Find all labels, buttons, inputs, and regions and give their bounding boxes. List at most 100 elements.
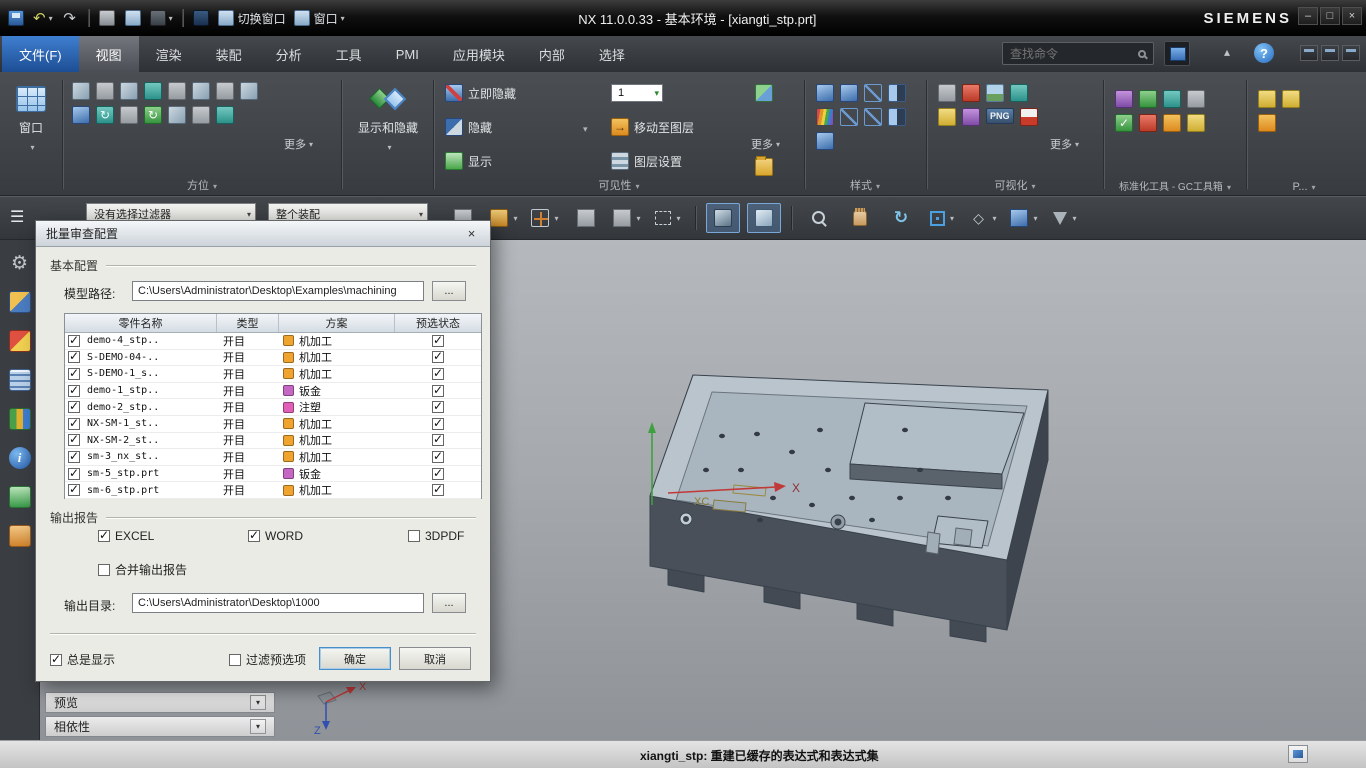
tab-application[interactable]: 应用模块 xyxy=(436,36,522,72)
part-checkbox[interactable] xyxy=(68,451,80,463)
switch-window-button[interactable]: 切换窗口 xyxy=(215,6,289,30)
web-browser-icon[interactable] xyxy=(9,486,31,508)
shaded-button[interactable] xyxy=(747,203,781,233)
view-section-icon[interactable] xyxy=(144,82,162,100)
move-to-layer-button[interactable]: → 移动至图层 xyxy=(611,118,694,136)
point-dialog-button[interactable]: ▾ xyxy=(528,203,562,233)
redo-button[interactable]: ↷ xyxy=(58,6,82,30)
preview-panel-header[interactable]: 预览 ▾ xyxy=(45,692,275,713)
checkbox[interactable] xyxy=(98,564,110,576)
window-menu-caret-icon[interactable]: ▾ xyxy=(341,14,345,23)
layer-settings-button[interactable]: 图层设置 xyxy=(611,152,682,170)
checkbox[interactable] xyxy=(98,530,110,542)
part-family-icon[interactable] xyxy=(1258,90,1276,108)
paste-caret-icon[interactable]: ▾ xyxy=(169,14,173,23)
output-option-3DPDF[interactable]: 3DPDF xyxy=(408,529,464,543)
preselect-checkbox[interactable] xyxy=(432,468,444,480)
hd3d-tools-icon[interactable]: i xyxy=(9,447,31,469)
gc-attribute-table-icon[interactable] xyxy=(1139,90,1157,108)
layer-combo[interactable]: 1 ▾ xyxy=(611,84,663,102)
reuse-library-icon[interactable] xyxy=(9,408,31,430)
part-checkbox[interactable] xyxy=(68,434,80,446)
part-checkbox[interactable] xyxy=(68,368,80,380)
show-button[interactable]: 显示 xyxy=(445,152,492,170)
immediate-hide-button[interactable]: 立即隐藏 xyxy=(445,84,516,102)
set-sketch-plane-icon[interactable] xyxy=(96,82,114,100)
studio-style-icon[interactable] xyxy=(888,84,906,102)
show-and-hide-button[interactable]: 显示和隐藏 ▾ xyxy=(346,78,430,152)
window-caret-icon[interactable]: ▾ xyxy=(30,143,34,152)
part-checkbox[interactable] xyxy=(68,335,80,347)
tab-tools[interactable]: 工具 xyxy=(319,36,379,72)
preselect-checkbox[interactable] xyxy=(432,484,444,496)
gc-check-icon[interactable]: ✓ xyxy=(1115,114,1133,132)
visualization-more-button[interactable]: 更多▾ xyxy=(1050,136,1079,152)
dialog-title-bar[interactable]: 批量审查配置 × xyxy=(36,221,490,247)
window-button[interactable]: 窗口 ▾ xyxy=(4,78,58,152)
shaded-with-edges-button[interactable] xyxy=(706,203,740,233)
gc-text-icon[interactable] xyxy=(1187,114,1205,132)
p-tool-icon[interactable] xyxy=(1282,90,1300,108)
refresh-button[interactable]: ↻ xyxy=(884,203,918,233)
restore-button[interactable]: □ xyxy=(1320,7,1340,25)
edit-object-display-icon[interactable] xyxy=(1010,84,1028,102)
roles-gear-icon[interactable]: ⚙ xyxy=(9,252,31,274)
orient-top-icon[interactable] xyxy=(192,82,210,100)
checkbox[interactable] xyxy=(248,530,260,542)
orient-view-icon[interactable] xyxy=(72,82,90,100)
orient-right-icon[interactable] xyxy=(240,82,258,100)
tab-analysis[interactable]: 分析 xyxy=(259,36,319,72)
output-dir-input[interactable]: C:\Users\Administrator\Desktop\1000 xyxy=(132,593,424,613)
preselect-checkbox[interactable] xyxy=(432,385,444,397)
dropdown-caret-icon[interactable]: ▾ xyxy=(1033,214,1037,223)
table-row[interactable]: S-DEMO-1_s..开目机加工 xyxy=(65,366,481,383)
measure-button[interactable] xyxy=(569,203,603,233)
ribbon-option-icon[interactable] xyxy=(1342,45,1360,61)
part-checkbox[interactable] xyxy=(68,351,80,363)
section-view-button[interactable]: ▾ xyxy=(1048,203,1082,233)
snap-point-button[interactable]: ▾ xyxy=(487,203,521,233)
dropdown-caret-icon[interactable]: ▾ xyxy=(950,214,954,223)
group-dialog-icon[interactable]: ▾ xyxy=(213,182,217,191)
dropdown-caret-icon[interactable]: ▾ xyxy=(1072,214,1076,223)
preselect-checkbox[interactable] xyxy=(432,401,444,413)
preselect-checkbox[interactable] xyxy=(432,368,444,380)
dropdown-caret-icon[interactable]: ▾ xyxy=(513,214,517,223)
always-show-checkbox[interactable]: 总是显示 xyxy=(50,651,115,668)
table-row[interactable]: sm-3_nx_st..开目机加工 xyxy=(65,449,481,466)
gc-grid-icon[interactable] xyxy=(1163,90,1181,108)
column-header[interactable]: 零件名称 xyxy=(65,314,217,332)
rotate-view-icon[interactable]: ↻ xyxy=(96,106,114,124)
view-cube-button[interactable]: ▾ xyxy=(1007,203,1041,233)
lights-icon[interactable] xyxy=(938,108,956,126)
collapse-ribbon-icon[interactable]: ▴ xyxy=(1224,45,1230,59)
tab-view[interactable]: 视图 xyxy=(79,36,139,72)
partially-shaded-style-icon[interactable] xyxy=(888,108,906,126)
minimize-button[interactable]: – xyxy=(1298,7,1318,25)
status-tray-icon[interactable] xyxy=(1288,745,1308,763)
table-row[interactable]: S-DEMO-04-..开目机加工 xyxy=(65,350,481,367)
export-png-icon[interactable]: PNG xyxy=(986,108,1014,124)
dropdown-caret-icon[interactable]: ▾ xyxy=(636,214,640,223)
cancel-button[interactable]: 取消 xyxy=(399,647,471,670)
table-row[interactable]: demo-1_stp..开目钣金 xyxy=(65,383,481,400)
face-analysis-style-icon[interactable] xyxy=(816,108,834,126)
p-extra-icon[interactable] xyxy=(1258,114,1276,132)
pan-button[interactable] xyxy=(843,203,877,233)
zoom-view-icon[interactable] xyxy=(168,82,186,100)
tab-pmi[interactable]: PMI xyxy=(379,36,436,72)
datum-plane-icon[interactable] xyxy=(120,82,138,100)
background-icon[interactable] xyxy=(962,108,980,126)
fit-view-button[interactable]: ▾ xyxy=(925,203,959,233)
search-input[interactable] xyxy=(1010,47,1138,61)
shaded-style-icon[interactable] xyxy=(840,84,858,102)
orientation-more-button[interactable]: 更多▾ xyxy=(284,136,313,152)
visibility-more-button[interactable]: 更多▾ xyxy=(751,136,780,152)
close-button[interactable]: × xyxy=(1342,7,1362,25)
ribbon-option-icon[interactable] xyxy=(1300,45,1318,61)
preselect-checkbox[interactable] xyxy=(432,451,444,463)
column-header[interactable]: 方案 xyxy=(279,314,395,332)
copy-button[interactable] xyxy=(121,6,145,30)
menu-button[interactable]: ☰ xyxy=(10,207,24,227)
window-menu-button[interactable]: 窗口 ▾ xyxy=(291,6,348,30)
